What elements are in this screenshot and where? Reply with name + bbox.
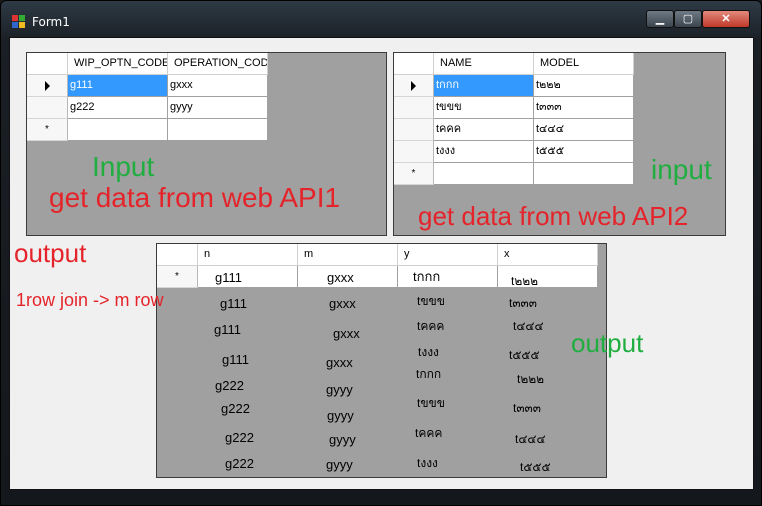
output-text: tคคค — [417, 319, 445, 333]
maximize-button[interactable]: ▢ — [674, 10, 702, 28]
output-text: g222 — [215, 378, 244, 393]
table-cell[interactable] — [198, 266, 298, 288]
annotation-input-2: input — [651, 154, 712, 185]
output-text: g111 — [214, 322, 241, 337]
output-text: g111 — [222, 352, 249, 367]
output-text: gyyy — [326, 457, 353, 472]
form1-window: Form1 ▁ ▢ ✕ WIP_OPTN_CODE OPERATION_COD … — [0, 0, 762, 506]
output-text: t๕๕๕ — [509, 348, 540, 362]
column-header-name[interactable]: NAME — [434, 53, 534, 75]
column-header-wip-optn-code[interactable]: WIP_OPTN_CODE — [68, 53, 168, 75]
annotation-api-1: get data from web API1 — [49, 182, 341, 213]
row-header[interactable] — [394, 141, 434, 163]
window-title: Form1 — [32, 15, 70, 29]
column-header-model[interactable]: MODEL — [534, 53, 634, 75]
table-cell[interactable]: tขขข — [434, 97, 534, 119]
table-cell[interactable] — [68, 119, 168, 141]
row-header[interactable] — [394, 97, 434, 119]
output-text: t๓๓๓ — [509, 296, 537, 310]
table-cell[interactable]: g222 — [68, 97, 168, 119]
table-cell[interactable]: tคคค — [434, 119, 534, 141]
row-pointer-icon — [411, 81, 416, 91]
output-text: t๔๔๔ — [513, 319, 544, 333]
output-text: gxxx — [327, 270, 354, 285]
row-header-corner — [157, 244, 198, 266]
column-header-x[interactable]: x — [498, 244, 598, 266]
output-text: t๒๒๒ — [517, 372, 545, 386]
output-text: tงงง — [418, 345, 439, 359]
annotation-input-1: Input — [92, 151, 155, 182]
app-icon — [12, 15, 26, 29]
column-header-y[interactable]: y — [398, 244, 498, 266]
close-button[interactable]: ✕ — [702, 10, 750, 28]
column-header-n[interactable]: n — [198, 244, 298, 266]
table-cell[interactable]: t๔๔๔ — [534, 119, 634, 141]
table-cell[interactable]: tงงง — [434, 141, 534, 163]
output-text: gxxx — [329, 296, 356, 311]
annotation-join-note: 1row join -> m row — [16, 290, 164, 310]
output-text: tขขข — [417, 396, 445, 410]
output-text: t๕๕๕ — [520, 460, 551, 474]
table-cell[interactable] — [434, 163, 534, 185]
table-cell[interactable] — [168, 119, 268, 141]
column-header-m[interactable]: m — [298, 244, 398, 266]
form-client-area: WIP_OPTN_CODE OPERATION_COD g111 gxxx g2… — [9, 37, 754, 490]
output-text: g222 — [225, 430, 254, 445]
table-cell[interactable]: gxxx — [168, 75, 268, 97]
current-row-indicator[interactable] — [27, 75, 68, 97]
row-header-corner — [394, 53, 434, 75]
output-text: g222 — [221, 401, 250, 416]
new-row-marker: * — [157, 266, 198, 288]
new-row-marker: * — [27, 119, 68, 141]
current-row-indicator[interactable] — [394, 75, 434, 97]
minimize-button[interactable]: ▁ — [646, 10, 674, 28]
output-text: gyyy — [327, 408, 354, 423]
output-text: t๒๒๒ — [511, 274, 539, 288]
annotation-output-left: output — [14, 238, 87, 268]
column-header-operation-code[interactable]: OPERATION_COD — [168, 53, 268, 75]
row-header[interactable] — [27, 97, 68, 119]
row-header[interactable] — [394, 119, 434, 141]
title-bar[interactable]: Form1 ▁ ▢ ✕ — [1, 1, 761, 31]
table-cell[interactable]: t๕๕๕ — [534, 141, 634, 163]
output-text: gyyy — [329, 432, 356, 447]
output-text: g111 — [215, 270, 242, 285]
output-text: g111 — [220, 296, 247, 311]
output-text: tขขข — [417, 294, 445, 308]
output-text: gxxx — [326, 355, 353, 370]
table-cell[interactable]: gyyy — [168, 97, 268, 119]
output-text: tกกก — [416, 367, 442, 381]
table-cell[interactable]: t๓๓๓ — [534, 97, 634, 119]
output-text: gxxx — [333, 326, 360, 341]
annotation-output-right: output — [571, 328, 644, 358]
new-row-marker: * — [394, 163, 434, 185]
output-text: gyyy — [326, 382, 353, 397]
row-header-corner — [27, 53, 68, 75]
output-text: g222 — [225, 456, 254, 471]
row-pointer-icon — [44, 81, 50, 91]
output-text: tกกก — [413, 269, 441, 284]
table-cell[interactable]: t๒๒๒ — [534, 75, 634, 97]
table-cell[interactable] — [534, 163, 634, 185]
output-grid[interactable]: n m y x * g111 gxxx tกกก t๒๒๒ g111 gxxx … — [156, 243, 607, 478]
output-text: t๓๓๓ — [513, 401, 541, 415]
output-text: t๔๔๔ — [515, 432, 546, 446]
output-text: tงงง — [417, 456, 438, 470]
annotation-api-2: get data from web API2 — [418, 201, 689, 231]
table-cell[interactable]: tกกก — [434, 75, 534, 97]
table-cell[interactable]: g111 — [68, 75, 168, 97]
output-text: tคคค — [415, 426, 443, 440]
